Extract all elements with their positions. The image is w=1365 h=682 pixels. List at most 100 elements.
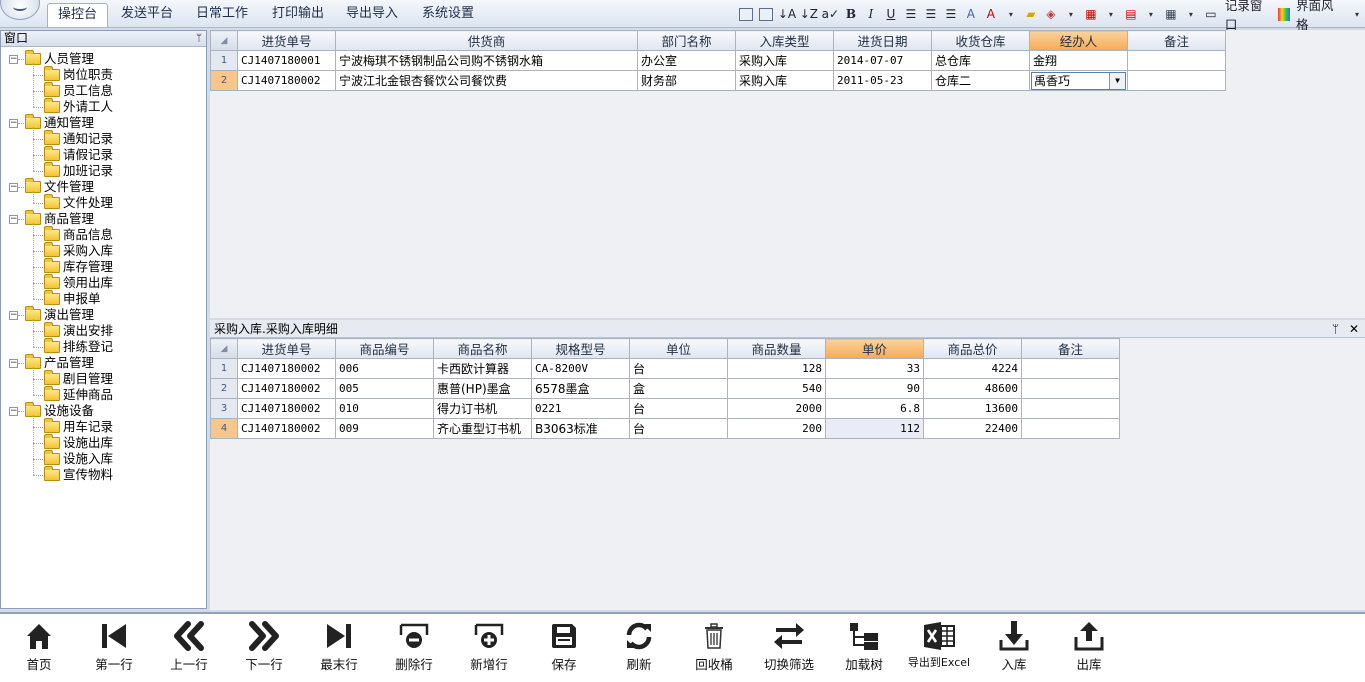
tree-group-4[interactable]: 演出管理 [25,306,94,323]
table-row[interactable]: 1 CJ1407180002 006 卡西欧计算器 CA-8200V 台 128 33 4224 [210,358,1120,379]
combo-value[interactable]: 禹香巧 [1032,73,1109,89]
tab-export-import[interactable]: 导出导入 [336,3,408,27]
table-cell[interactable]: CJ1407180002 [237,398,336,419]
table-row[interactable]: 4 CJ1407180002 009 齐心重型订书机 B3063标准台 200 112 224… [210,418,1120,439]
insert-column-icon[interactable] [738,5,754,23]
column-header[interactable]: 备注 [1127,30,1226,51]
load-tree-button[interactable]: 加载树 [829,618,899,676]
table-cell[interactable]: 6578墨盒 [531,378,630,399]
table-cell[interactable]: 台 [629,358,728,379]
collapse-toggle-icon[interactable]: − [9,119,18,128]
ui-style-icon[interactable] [1277,7,1290,21]
row-lines-icon[interactable]: ▤ [1123,5,1139,23]
table-cell[interactable]: CJ1407180001 [237,50,336,71]
column-header[interactable]: 部门名称 [637,30,736,51]
tree-item[interactable]: 用车记录 [44,418,113,435]
fill-color-icon[interactable]: ▰ [1023,5,1039,23]
tab-daily-work[interactable]: 日常工作 [186,3,258,27]
table-cell[interactable]: CJ1407180002 [237,358,336,379]
column-settings-icon[interactable] [758,5,774,23]
align-left-icon[interactable]: ☰ [903,5,919,23]
toggle-filter-button[interactable]: 切换筛选 [754,618,824,676]
font-style-icon[interactable]: A [963,5,979,23]
record-window-icon[interactable]: ▭ [1203,5,1219,23]
table-cell[interactable]: 金翔 [1029,50,1128,71]
table-cell[interactable] [1127,50,1226,71]
collapse-toggle-icon[interactable]: − [9,359,18,368]
table-cell[interactable] [1127,70,1226,91]
table-cell[interactable]: 2014-07-07 [833,50,932,71]
refresh-button[interactable]: 刷新 [604,618,674,676]
table-cell[interactable]: 005 [335,378,434,399]
table-cell[interactable]: 0221 [531,398,630,419]
pin-icon[interactable]: ᛘ [1332,322,1339,336]
row-number[interactable]: 2 [210,378,238,399]
trash-button[interactable]: 回收桶 [679,618,749,676]
column-header[interactable]: 收货仓库 [931,30,1030,51]
fill-color-dropdown-icon[interactable]: ▾ [1063,5,1079,23]
combo-box[interactable]: 禹香巧 ▼ [1031,71,1126,90]
table-cell[interactable]: 009 [335,418,434,439]
tab-system-settings[interactable]: 系统设置 [412,3,484,27]
delete-row-button[interactable]: 删除行 [379,618,449,676]
collapse-toggle-icon[interactable]: − [9,183,18,192]
table-cell[interactable]: 4224 [923,358,1022,379]
tree-item[interactable]: 设施出库 [44,434,113,451]
row-lines-dropdown-icon[interactable]: ▾ [1143,5,1159,23]
table-cell[interactable]: B3063标准 [531,418,630,439]
table-cell[interactable] [1021,358,1120,379]
align-center-icon[interactable]: ☰ [923,5,939,23]
tab-console[interactable]: 操控台 [47,3,109,27]
tab-print-output[interactable]: 打印输出 [262,3,334,27]
align-right-icon[interactable]: ☰ [943,5,959,23]
table-cell[interactable]: 2000 [727,398,826,419]
collapse-toggle-icon[interactable]: − [9,311,18,320]
tree-item[interactable]: 延伸商品 [44,386,113,403]
tree-item[interactable]: 演出安排 [44,322,113,339]
cell-editor[interactable]: 禹香巧 ▼ [1029,70,1128,91]
table-cell[interactable]: 112 [825,418,924,439]
tree-group-2[interactable]: 文件管理 [25,178,94,195]
ui-style-dropdown-icon[interactable]: ▾ [1349,5,1365,23]
column-header[interactable]: 单价 [825,338,924,359]
table-cell[interactable]: CA-8200V [531,358,630,379]
pin-icon[interactable]: ᛘ [196,31,202,46]
table-cell[interactable]: CJ1407180002 [237,70,336,91]
tree-item[interactable]: 员工信息 [44,82,113,99]
table-row[interactable]: 2 CJ1407180002 宁波江北金银杏餐饮公司餐饮费 财务部 采购入库 2011-0… [210,70,1226,91]
column-header[interactable]: 商品编号 [335,338,434,359]
tree-item[interactable]: 库存管理 [44,258,113,275]
chevron-down-icon[interactable]: ▼ [1109,72,1125,89]
table-cell[interactable]: 财务部 [637,70,736,91]
table-cell[interactable]: 惠普(HP)墨盒 [433,378,532,399]
font-color-icon[interactable]: A [983,5,999,23]
grid-lines-icon[interactable]: ▦ [1163,5,1179,23]
table-row[interactable]: 3 CJ1407180002 010 得力订书机 0221 台 2000 6.8 13600 [210,398,1120,419]
tree-group-3[interactable]: 商品管理 [25,210,94,227]
save-button[interactable]: 保存 [529,618,599,676]
table-cell[interactable] [1021,398,1120,419]
table-cell[interactable]: 128 [727,358,826,379]
table-cell[interactable]: 200 [727,418,826,439]
border-dropdown-icon[interactable]: ▾ [1103,5,1119,23]
table-cell[interactable]: 卡西欧计算器 [433,358,532,379]
table-cell[interactable]: 010 [335,398,434,419]
close-icon[interactable]: ✕ [1349,322,1359,336]
highlight-color-icon[interactable]: ◈ [1043,5,1059,23]
table-cell[interactable]: 办公室 [637,50,736,71]
row-number[interactable]: 1 [210,358,238,379]
table-cell[interactable] [1021,378,1120,399]
column-header[interactable]: 单位 [629,338,728,359]
last-row-button[interactable]: 最末行 [304,618,374,676]
grid-lines-dropdown-icon[interactable]: ▾ [1183,5,1199,23]
prev-row-button[interactable]: 上一行 [154,618,224,676]
excel-button[interactable]: 导出到Excel [904,618,974,676]
next-row-button[interactable]: 下一行 [229,618,299,676]
italic-button[interactable]: I [863,5,879,23]
sort-descending-icon[interactable]: ↓Z [800,5,818,23]
tree-item[interactable]: 请假记录 [44,146,113,163]
tree-group-6[interactable]: 设施设备 [25,402,94,419]
column-header[interactable]: 进货单号 [237,30,336,51]
underline-button[interactable]: U [883,5,899,23]
table-cell[interactable]: 6.8 [825,398,924,419]
